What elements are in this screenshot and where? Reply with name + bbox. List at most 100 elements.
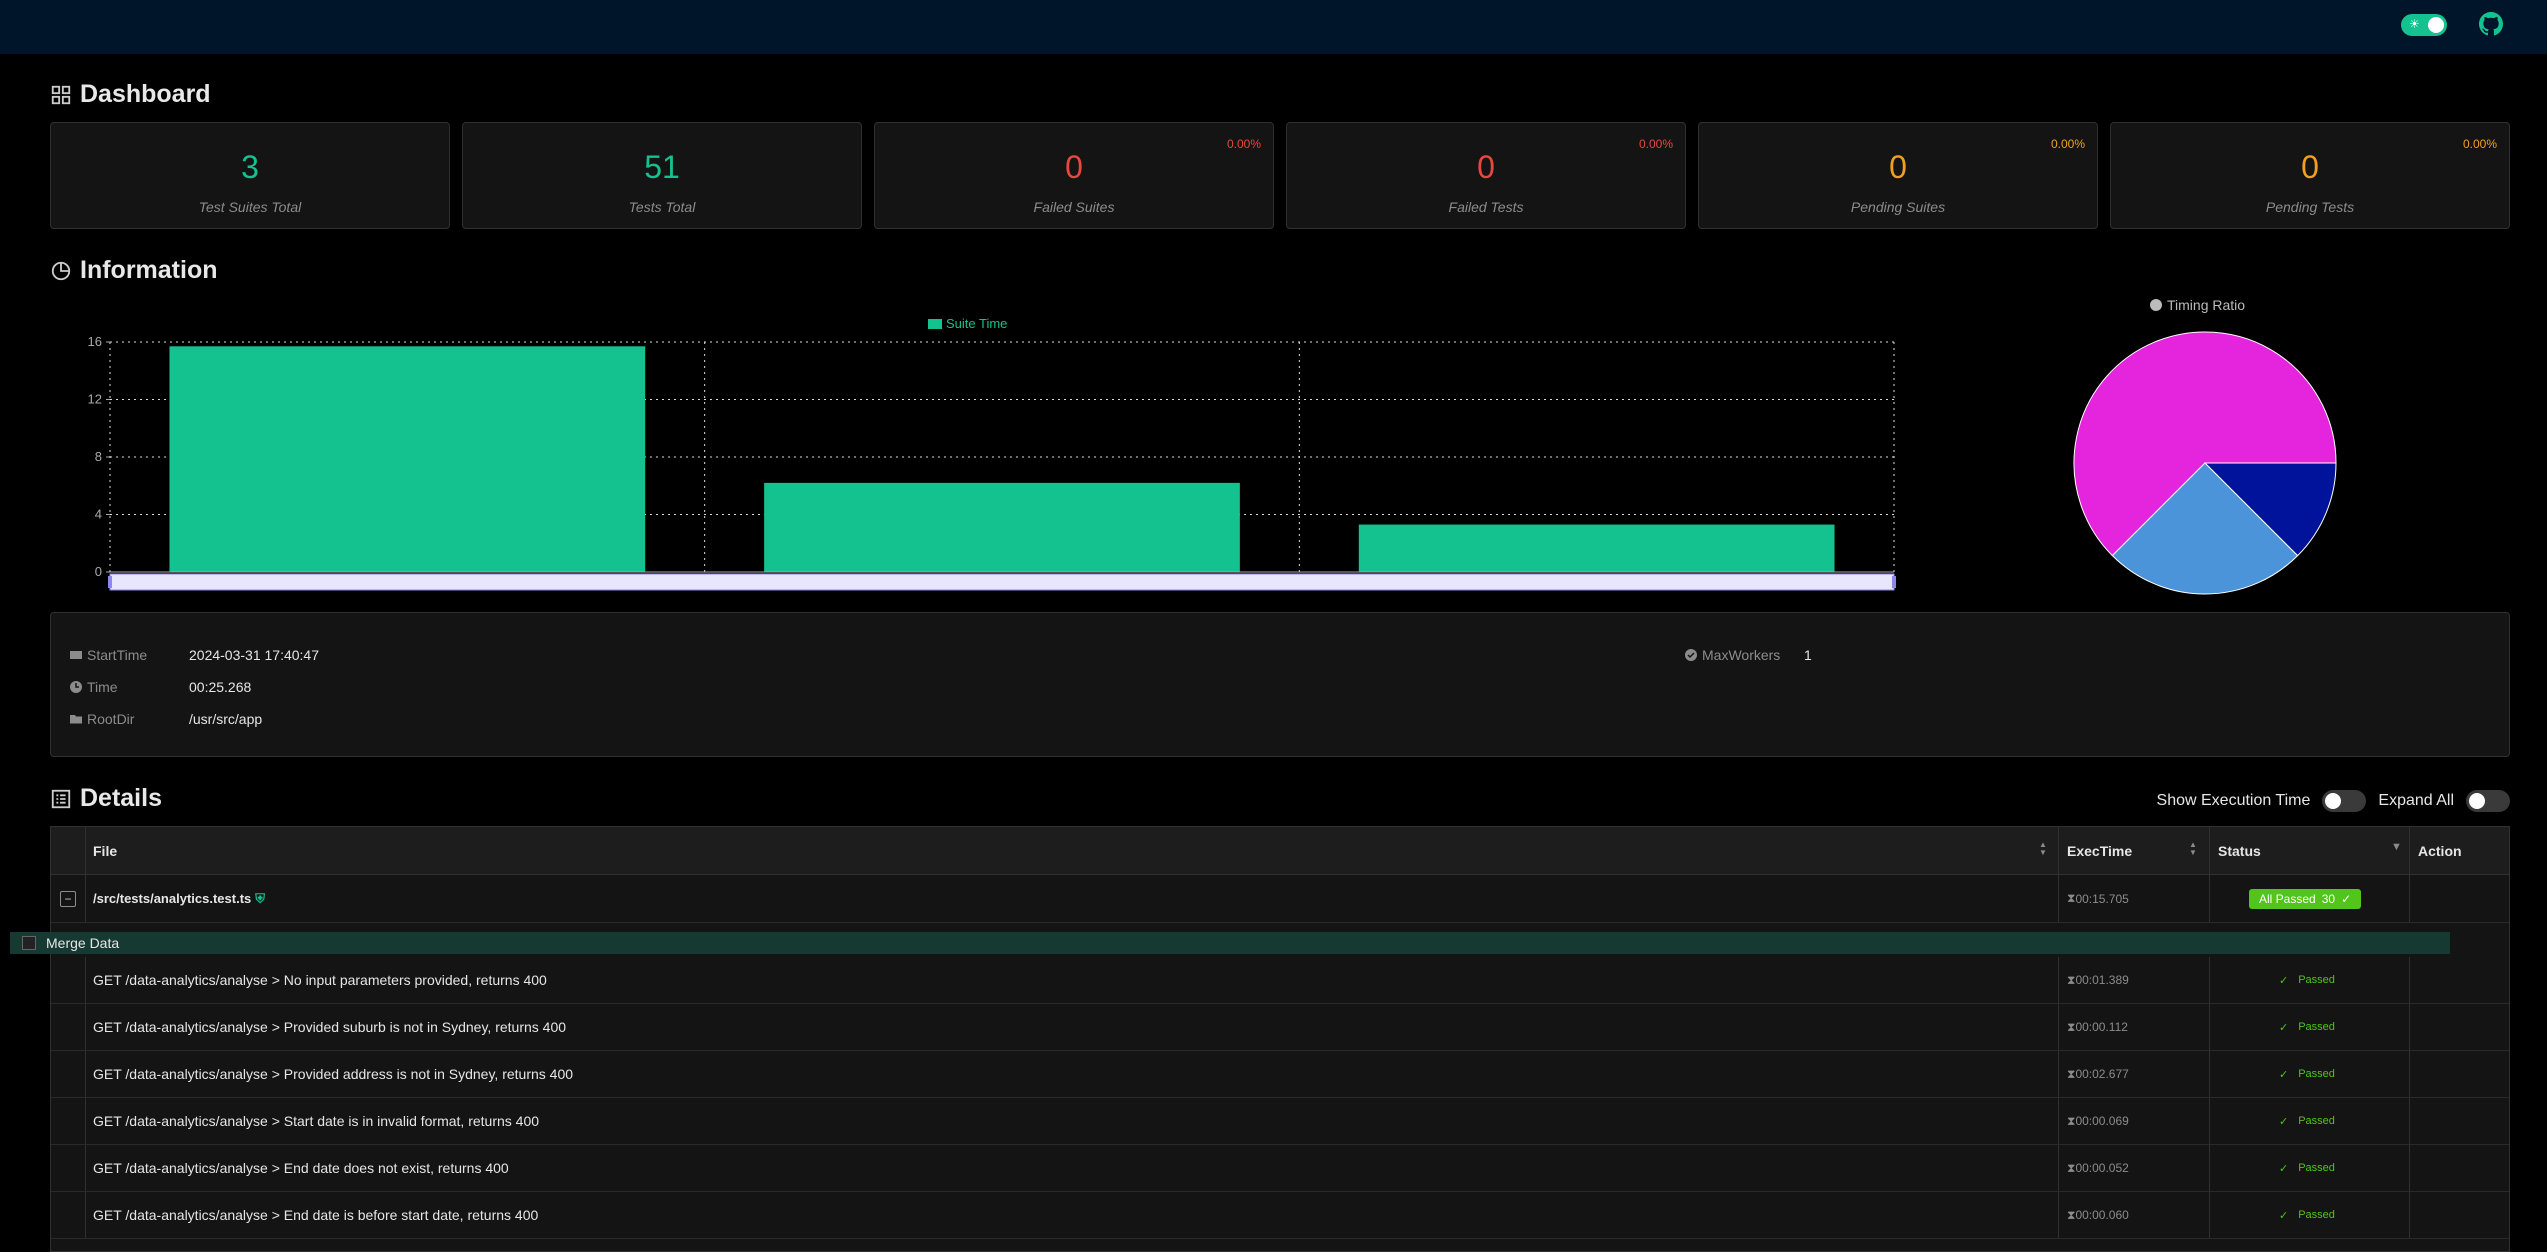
time-value: 00:25.268 xyxy=(189,679,252,695)
sort-icon[interactable]: ▲ ▼ xyxy=(2189,841,2199,857)
check-icon: ✓ xyxy=(2341,891,2352,906)
legend-label: Suite Time xyxy=(946,316,1007,331)
pie-chart-icon xyxy=(51,261,71,280)
y-tick-label: 12 xyxy=(88,392,102,407)
timing-ratio-pie-chart: Timing Ratio xyxy=(2073,297,2337,595)
test-name: GET /data-analytics/analyse > No input p… xyxy=(93,972,547,988)
test-exectime: 00:02.677 xyxy=(2075,1067,2129,1081)
run-info-panel: StartTime 2024-03-31 17:40:47 Time 00:25… xyxy=(50,612,2510,757)
check-icon: ✓ xyxy=(2279,1115,2289,1128)
header-action: Action xyxy=(2418,843,2462,859)
results-table: File ▲ ▼ ExecTime ▲ ▼ Status ▼ Action − /s… xyxy=(50,826,2510,1252)
test-row[interactable]: GET /data-analytics/analyse > Provided a… xyxy=(51,1051,2509,1098)
stat-card-suites-total: 3 Test Suites Total xyxy=(50,122,450,229)
suite-file-name: /src/tests/analytics.test.ts xyxy=(93,891,252,906)
test-status: Passed xyxy=(2298,1021,2335,1033)
stat-card-failed-suites: 0.00% 0 Failed Suites xyxy=(874,122,1274,229)
test-exectime: 00:00.112 xyxy=(2075,1020,2128,1034)
stat-card-pending-suites: 0.00% 0 Pending Suites xyxy=(1698,122,2098,229)
check-icon: ✓ xyxy=(2279,1209,2289,1222)
start-time-value: 2024-03-31 17:40:47 xyxy=(189,647,319,663)
test-exectime: 00:00.069 xyxy=(2075,1114,2129,1128)
test-row[interactable]: GET /data-analytics/analyse > End date i… xyxy=(51,1192,2509,1239)
test-row[interactable]: GET /data-analytics/analyse > No input p… xyxy=(51,957,2509,1004)
group-row-merge-data[interactable]: Merge Data xyxy=(10,932,2450,954)
suite-row[interactable]: − /src/tests/analytics.test.ts ⛨ ⧗ 00:15.… xyxy=(51,875,2509,923)
theme-toggle[interactable]: ☀ xyxy=(2401,14,2447,36)
hourglass-icon: ⧗ xyxy=(2067,1113,2076,1128)
y-tick-label: 8 xyxy=(95,449,102,464)
hourglass-icon: ⧗ xyxy=(2067,891,2076,905)
y-tick-label: 4 xyxy=(95,507,102,522)
test-status: Passed xyxy=(2298,974,2335,986)
test-status: Passed xyxy=(2298,1068,2335,1080)
pie-legend-icon xyxy=(2150,299,2162,311)
header-file[interactable]: File xyxy=(93,843,117,859)
folder-icon xyxy=(69,712,83,726)
zoom-slider xyxy=(109,573,1895,591)
root-dir-key: RootDir xyxy=(87,711,135,727)
stat-card-failed-tests: 0.00% 0 Failed Tests xyxy=(1286,122,1686,229)
y-tick-label: 0 xyxy=(95,564,102,579)
show-exec-time-label: Show Execution Time xyxy=(2156,792,2311,809)
github-icon[interactable] xyxy=(2479,12,2503,36)
test-exectime: 00:01.389 xyxy=(2075,973,2129,987)
collapse-button[interactable]: − xyxy=(60,890,76,907)
badge-count: 30 xyxy=(2321,891,2336,906)
slider-handle-right xyxy=(1892,576,1896,588)
filter-icon[interactable]: ▼ xyxy=(2391,842,2402,853)
header-exectime[interactable]: ExecTime xyxy=(2067,843,2132,859)
check-icon: ✓ xyxy=(2279,1021,2289,1034)
test-row[interactable]: GET /data-analytics/analyse > Start date… xyxy=(51,1098,2509,1145)
test-status: Passed xyxy=(2298,1209,2335,1221)
stat-label: Tests Total xyxy=(628,199,696,215)
test-status: Passed xyxy=(2298,1162,2335,1174)
bar xyxy=(169,346,646,572)
hourglass-icon: ⧗ xyxy=(2067,972,2076,987)
root-dir-row: RootDir /usr/src/app xyxy=(69,711,262,727)
calendar-icon xyxy=(69,648,83,662)
information-title: Information xyxy=(50,256,218,285)
stat-value: 0 xyxy=(2301,149,2319,185)
time-key: Time xyxy=(87,679,118,695)
header-status[interactable]: Status xyxy=(2218,843,2261,859)
stat-value: 0 xyxy=(1065,149,1083,185)
table-header: File ▲ ▼ ExecTime ▲ ▼ Status ▼ Action xyxy=(51,827,2509,875)
dashboard-icon xyxy=(51,85,71,104)
details-title: Details xyxy=(50,784,162,813)
max-workers-row: MaxWorkers 1 xyxy=(1684,647,1812,663)
stat-value: 3 xyxy=(241,149,259,185)
max-workers-key: MaxWorkers xyxy=(1702,647,1781,663)
details-label: Details xyxy=(80,784,162,812)
stat-label: Failed Suites xyxy=(1033,199,1115,215)
hourglass-icon: ⧗ xyxy=(2067,1019,2076,1034)
test-status: Passed xyxy=(2298,1115,2335,1127)
stat-label: Failed Tests xyxy=(1448,199,1524,215)
group-checkbox[interactable] xyxy=(22,936,36,950)
legend-swatch xyxy=(928,319,942,329)
check-icon: ✓ xyxy=(2279,1162,2289,1175)
dashboard-label: Dashboard xyxy=(80,80,211,108)
dashboard-title: Dashboard xyxy=(50,80,211,109)
sort-icon[interactable]: ▲ ▼ xyxy=(2039,841,2049,857)
test-row[interactable]: GET /data-analytics/analyse > End date d… xyxy=(51,1145,2509,1192)
show-exec-time-switch[interactable] xyxy=(2322,790,2367,812)
check-circle-icon xyxy=(1684,648,1698,662)
bar xyxy=(764,482,1240,572)
slider-handle-left xyxy=(108,576,112,588)
test-exectime: 00:00.060 xyxy=(2075,1208,2129,1222)
toggle-knob xyxy=(2428,17,2444,33)
clock-icon xyxy=(69,680,83,694)
test-name: GET /data-analytics/analyse > End date i… xyxy=(93,1207,539,1223)
information-label: Information xyxy=(80,256,218,284)
test-row[interactable]: GET /data-analytics/analyse > Provided s… xyxy=(51,1004,2509,1051)
start-time-row: StartTime 2024-03-31 17:40:47 xyxy=(69,647,319,663)
expand-all-switch[interactable] xyxy=(2466,790,2510,812)
list-icon xyxy=(51,789,71,808)
suite-time-bar-chart: Suite Time 0 4 8 12 16 xyxy=(88,316,1896,591)
group-label: Merge Data xyxy=(46,935,120,951)
stat-value: 51 xyxy=(644,149,680,185)
max-workers-value: 1 xyxy=(1804,647,1812,663)
test-name: GET /data-analytics/analyse > Start date… xyxy=(93,1113,540,1129)
check-icon: ✓ xyxy=(2279,974,2289,987)
